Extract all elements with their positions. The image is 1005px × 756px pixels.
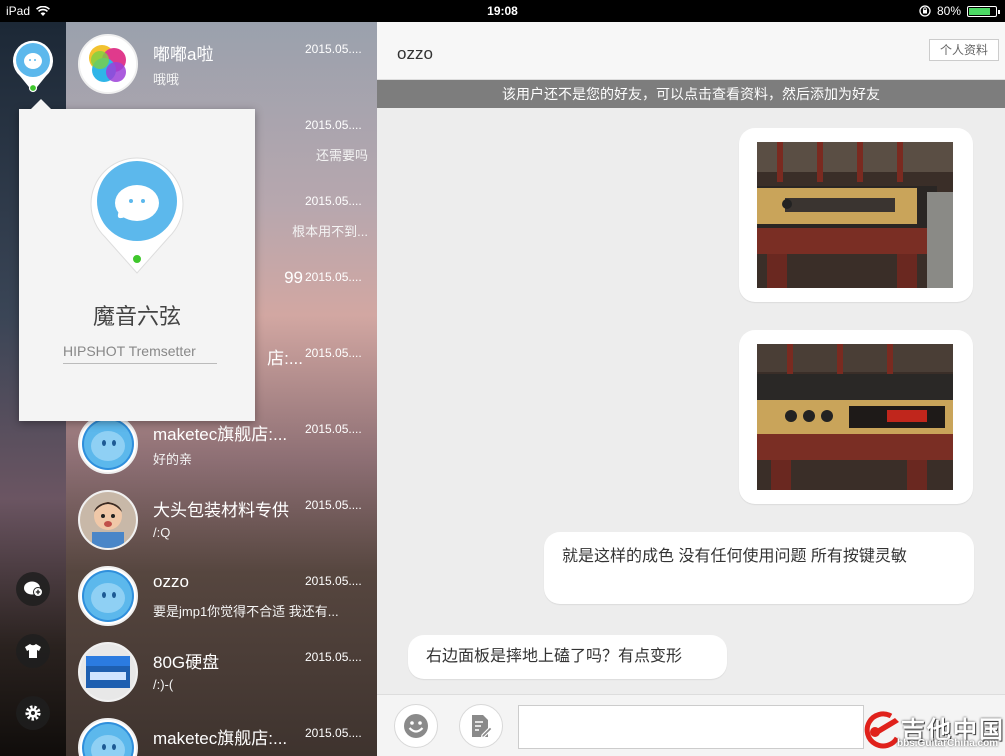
smiley-icon bbox=[404, 714, 428, 738]
conversation-date: 2015.05.... bbox=[305, 422, 362, 436]
rotation-lock-icon bbox=[919, 5, 931, 17]
settings-button[interactable] bbox=[16, 696, 50, 730]
conversation-name: maketec旗舰店:... bbox=[153, 729, 288, 748]
conversation-avatar bbox=[78, 566, 138, 626]
chat-title: ozzo bbox=[397, 44, 433, 63]
message-image-bubble[interactable] bbox=[739, 128, 973, 302]
conversation-date: 2015.05.... bbox=[305, 346, 362, 360]
conversation-date: 2015.05.... bbox=[305, 194, 362, 208]
conversation-avatar bbox=[78, 718, 138, 756]
battery-percent: 80% bbox=[936, 4, 961, 18]
emoji-button[interactable] bbox=[394, 704, 438, 748]
chat-panel: ozzo 个人资料 该用户还不是您的好友，可以点击查看资料，然后添加为好友 就是… bbox=[377, 22, 1005, 756]
marshall-rack-image bbox=[757, 344, 953, 490]
qq-default-avatar-icon bbox=[80, 568, 136, 624]
profile-signature: HIPSHOT Tremsetter bbox=[63, 343, 217, 364]
qq-penguin-avatar-icon bbox=[90, 157, 184, 274]
message-input[interactable] bbox=[518, 705, 864, 749]
conversation-avatar bbox=[78, 34, 138, 94]
chat-add-icon bbox=[24, 581, 43, 597]
watermark-url: bbs.GuitarChina.com bbox=[897, 738, 999, 749]
document-edit-icon bbox=[472, 715, 493, 739]
conversation-item[interactable]: maketec旗舰店:... 2015.05.... bbox=[66, 708, 377, 756]
message-text-bubble[interactable]: 右边面板是摔地上磕了吗？有点变形 bbox=[408, 635, 727, 679]
conversation-item[interactable]: 80G硬盘 2015.05.... /:)-( bbox=[66, 632, 377, 708]
conversation-avatar bbox=[78, 642, 138, 702]
message-text: 就是这样的成色 没有任何使用问题 所有按键灵敏 bbox=[562, 548, 907, 565]
profile-button[interactable]: 个人资料 bbox=[929, 39, 999, 61]
clock: 19:08 bbox=[487, 4, 518, 18]
message-text-bubble[interactable]: 就是这样的成色 没有任何使用问题 所有按键灵敏 bbox=[544, 532, 974, 604]
conversation-date: 2015.05.... bbox=[305, 650, 362, 664]
conversation-item[interactable]: ozzo 2015.05.... 要是jmp1你觉得不合适 我还有... bbox=[66, 556, 377, 632]
site-watermark: 吉他中国 bbs.GuitarChina.com bbox=[861, 708, 1003, 754]
conversation-date: 2015.05.... bbox=[305, 118, 362, 132]
audio-rack-photo[interactable] bbox=[757, 142, 953, 288]
hard-disk-photo bbox=[80, 644, 136, 700]
conversation-preview: 好的亲 bbox=[153, 452, 193, 467]
theme-button[interactable] bbox=[16, 634, 50, 668]
child-photo bbox=[80, 492, 136, 548]
chat-header: ozzo 个人资料 bbox=[377, 22, 1005, 80]
conversation-date: 2015.05.... bbox=[305, 270, 362, 284]
conversation-name: 嘟嘟a啦 bbox=[153, 45, 214, 64]
qq-penguin-avatar-icon bbox=[13, 40, 54, 93]
conversation-avatar bbox=[78, 490, 138, 550]
message-image-bubble[interactable] bbox=[739, 330, 973, 504]
profile-avatar[interactable] bbox=[85, 149, 189, 277]
shirt-icon bbox=[25, 644, 41, 658]
gear-icon bbox=[25, 705, 41, 721]
conversation-name: 80G硬盘 bbox=[153, 653, 220, 672]
conversation-item[interactable]: 大头包装材料专供 2015.05.... /:Q bbox=[66, 480, 377, 556]
more-input-button[interactable] bbox=[459, 704, 503, 748]
conversation-preview: 要是jmp1你觉得不合适 我还有... bbox=[153, 604, 339, 619]
my-avatar[interactable] bbox=[10, 36, 56, 96]
message-text: 右边面板是摔地上磕了吗？有点变形 bbox=[426, 648, 683, 665]
marshall-rack-photo[interactable] bbox=[757, 344, 953, 490]
qq-default-avatar-icon bbox=[80, 720, 136, 756]
profile-name: 魔音六弦 bbox=[92, 304, 181, 329]
conversation-name: maketec旗舰店:... bbox=[153, 425, 288, 444]
conversation-date: 2015.05.... bbox=[305, 574, 362, 588]
profile-popup: 魔音六弦 HIPSHOT Tremsetter bbox=[19, 99, 255, 421]
conversation-preview: /:Q bbox=[153, 525, 171, 540]
conversation-date: 2015.05.... bbox=[305, 726, 362, 740]
status-bar: iPad 19:08 80% bbox=[0, 0, 1005, 22]
conversation-name: 大头包装材料专供 bbox=[153, 501, 289, 520]
battery-icon bbox=[967, 5, 1000, 17]
conversation-date: 2015.05.... bbox=[305, 498, 362, 512]
conversation-avatar bbox=[78, 414, 138, 474]
not-friend-notice[interactable]: 该用户还不是您的好友，可以点击查看资料，然后添加为好友 bbox=[377, 80, 1005, 108]
qq-default-avatar-icon bbox=[80, 416, 136, 472]
conversation-date: 2015.05.... bbox=[305, 42, 362, 56]
add-contact-button[interactable] bbox=[16, 572, 50, 606]
conversation-preview: 哦哦 bbox=[153, 72, 180, 87]
conversation-name: ozzo bbox=[153, 572, 189, 591]
audio-rack-image bbox=[757, 142, 953, 288]
game-center-icon bbox=[80, 36, 136, 92]
conversation-item[interactable]: 嘟嘟a啦 2015.05.... 哦哦 bbox=[66, 24, 377, 100]
conversation-preview: /:)-( bbox=[153, 677, 174, 692]
